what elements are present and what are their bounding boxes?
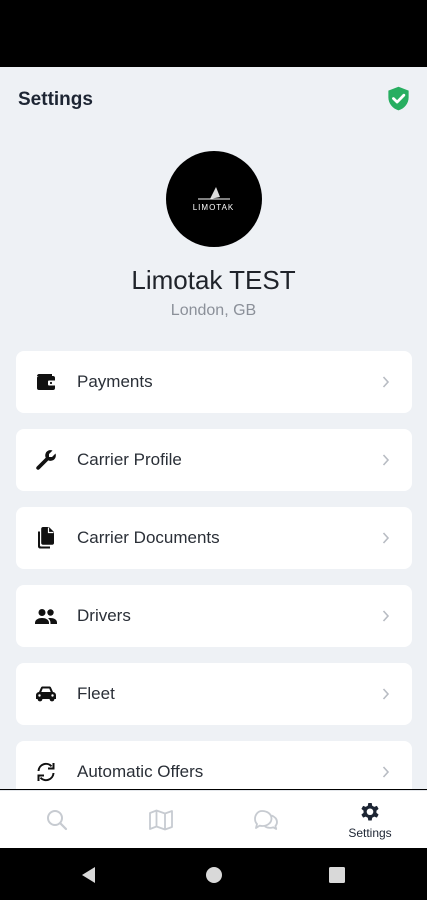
tab-search[interactable] [4,791,110,849]
wallet-icon [37,374,56,390]
refresh-icon [37,762,55,782]
tab-label: Settings [348,826,392,840]
logo-mark-icon [197,186,230,199]
chevron-right-icon [382,532,390,544]
menu-label: Carrier Profile [77,450,182,469]
company-logo: LIMOTAK [165,151,262,247]
menu-item-carrier-documents[interactable]: Carrier Documents [16,507,412,569]
system-nav-bar [0,849,427,900]
profile-section: LIMOTAK Limotak TEST London, GB [0,151,427,320]
shield-check-icon[interactable] [385,85,412,112]
settings-menu: Payments Carrier Profile Carrier Documen… [16,351,412,789]
chevron-right-icon [382,766,390,778]
logo-text: LIMOTAK [192,202,235,212]
wrench-icon [36,450,56,470]
chevron-right-icon [382,376,390,388]
menu-label: Drivers [77,606,131,625]
menu-item-payments[interactable]: Payments [16,351,412,413]
tab-settings[interactable]: Settings [317,791,423,849]
map-icon [149,809,173,831]
company-name: Limotak TEST [131,265,296,295]
menu-item-carrier-profile[interactable]: Carrier Profile [16,429,412,491]
tab-map[interactable] [108,791,214,849]
status-bar [0,0,427,67]
page-title: Settings [18,89,93,110]
documents-icon [38,527,54,549]
menu-label: Fleet [77,684,115,703]
search-icon [47,810,68,831]
people-icon [35,609,57,624]
chevron-right-icon [382,454,390,466]
chevron-right-icon [382,688,390,700]
header: Settings [0,67,427,131]
recents-icon[interactable] [328,866,346,884]
tab-chat[interactable] [213,791,319,849]
menu-item-drivers[interactable]: Drivers [16,585,412,647]
car-icon [36,686,56,702]
menu-label: Automatic Offers [77,762,204,781]
menu-label: Carrier Documents [77,528,220,547]
chevron-right-icon [382,610,390,622]
chat-icon [254,810,278,830]
back-icon[interactable] [80,865,98,885]
home-icon[interactable] [204,865,224,885]
company-location: London, GB [170,302,257,319]
menu-label: Payments [77,372,153,391]
bottom-tab-bar: Settings [0,790,427,848]
menu-item-fleet[interactable]: Fleet [16,663,412,725]
menu-item-automatic-offers[interactable]: Automatic Offers [16,741,412,789]
gear-icon [361,803,379,821]
settings-screen: Settings LIMOTAK Limotak TEST London, GB [0,67,427,789]
